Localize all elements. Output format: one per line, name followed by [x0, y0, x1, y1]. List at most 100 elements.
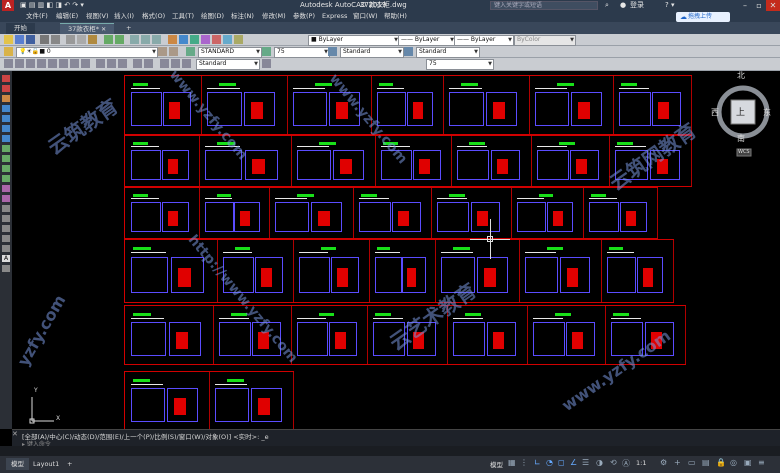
polyline-icon[interactable] [2, 95, 10, 102]
aligned-dim-icon[interactable] [15, 59, 24, 68]
viewcube-top-face[interactable]: 上 [736, 105, 745, 118]
login-label[interactable]: 登录 [630, 0, 644, 11]
construction-line-icon[interactable] [2, 85, 10, 92]
text-height-combo[interactable]: 75 ▼ [274, 47, 330, 58]
center-mark-icon[interactable] [144, 59, 153, 68]
transparency-icon[interactable]: ◑ [596, 458, 603, 467]
make-block-icon[interactable] [2, 195, 10, 202]
search-icon[interactable]: ⌕ [605, 0, 609, 11]
rectangle-icon[interactable] [2, 115, 10, 122]
properties-icon[interactable] [168, 35, 177, 44]
zoom-window-icon[interactable] [152, 35, 161, 44]
close-icon[interactable]: ✕ [766, 0, 780, 11]
tool-palettes-icon[interactable] [190, 35, 199, 44]
point-icon[interactable] [2, 205, 10, 212]
save-icon[interactable] [26, 35, 35, 44]
help-toolbar-icon[interactable] [234, 35, 243, 44]
tab-model[interactable]: 模型 [6, 458, 29, 470]
layer-properties-icon[interactable] [4, 47, 13, 56]
line-icon[interactable] [2, 75, 10, 82]
continue-dim-icon[interactable] [118, 59, 127, 68]
dim-style-icon[interactable] [328, 47, 337, 56]
dim-style-icon-2[interactable] [262, 59, 271, 68]
table-style-icon[interactable] [404, 47, 413, 56]
ortho-icon[interactable]: ∟ [534, 458, 541, 467]
command-close-icon[interactable]: ✕ [12, 430, 18, 438]
diameter-dim-icon[interactable] [70, 59, 79, 68]
lineweight-combo[interactable]: —— ByLayer ▼ [454, 35, 514, 46]
zoom-icon[interactable] [141, 35, 150, 44]
baseline-dim-icon[interactable] [107, 59, 116, 68]
viewcube[interactable] [710, 79, 776, 159]
menu-dimension[interactable]: 标注(N) [231, 11, 254, 22]
menu-format[interactable]: 格式(O) [142, 11, 165, 22]
menu-file[interactable]: 文件(F) [26, 11, 48, 22]
dim-text-edit-icon[interactable] [171, 59, 180, 68]
quick-access-icons[interactable]: ▣ ▤ ▥ ◧ ◨ ↶ ↷ ▾ [20, 0, 84, 11]
menu-view[interactable]: 视图(V) [86, 11, 109, 22]
linetype-combo[interactable]: —— ByLayer ▼ [398, 35, 456, 46]
drawing-canvas[interactable]: 北 南 东 西 上 WCS Y X 云筑教育 www.yzfy.com www.… [12, 67, 780, 431]
spline-icon[interactable] [2, 155, 10, 162]
user-icon[interactable]: ● [620, 0, 626, 11]
command-input[interactable]: ▸ 键入命令 [22, 439, 772, 448]
isolate-icon[interactable]: ◎ [730, 458, 737, 467]
menu-express[interactable]: Express [322, 11, 347, 22]
workspace-gear-icon[interactable]: ⚙ [660, 458, 667, 467]
radius-dim-icon[interactable] [48, 59, 57, 68]
new-tab-icon[interactable]: + [118, 23, 139, 34]
linear-dim-icon[interactable] [4, 59, 13, 68]
snap-icon[interactable]: ⋮ [520, 458, 528, 467]
circle-icon[interactable] [2, 135, 10, 142]
dim-style-combo[interactable]: Standard ▼ [340, 47, 404, 58]
markup-icon[interactable] [212, 35, 221, 44]
text-height-icon[interactable] [262, 47, 271, 56]
hardware-accel-icon[interactable]: ▣ [744, 458, 752, 467]
status-model-button[interactable]: 模型 [490, 459, 503, 469]
make-current-layer-icon[interactable] [158, 47, 167, 56]
quick-dim-icon[interactable] [96, 59, 105, 68]
annotation-monitor-icon[interactable]: + [674, 458, 681, 467]
add-layout-icon[interactable]: + [62, 458, 77, 470]
lock-ui-icon[interactable]: 🔒 [716, 458, 726, 467]
text-style-combo[interactable]: STANDARD ▼ [198, 47, 262, 58]
tab-layout1[interactable]: Layout1 [28, 458, 64, 470]
arc-icon[interactable] [2, 125, 10, 132]
text-style-icon[interactable] [186, 47, 195, 56]
sheet-set-icon[interactable] [201, 35, 210, 44]
layer-previous-icon[interactable] [169, 47, 178, 56]
pan-icon[interactable] [130, 35, 139, 44]
maximize-icon[interactable]: ▫ [752, 0, 766, 11]
jogged-dim-icon[interactable] [59, 59, 68, 68]
tab-start[interactable]: 开始 [6, 23, 35, 34]
polygon-icon[interactable] [2, 105, 10, 112]
quickcalc-icon[interactable] [223, 35, 232, 44]
undo-icon[interactable] [104, 35, 113, 44]
table-style-combo[interactable]: Standard ▼ [416, 47, 480, 58]
angular-dim-icon[interactable] [81, 59, 90, 68]
command-line[interactable]: ✕ [全部(A)/中心(C)/动态(D)/范围(E)/上一个(P)/比例(S)/… [12, 429, 780, 448]
copy-icon[interactable] [77, 35, 86, 44]
gradient-icon[interactable] [2, 225, 10, 232]
scale-combo[interactable]: 75 ▼ [426, 59, 494, 70]
menu-edit[interactable]: 编辑(E) [56, 11, 78, 22]
new-icon[interactable] [4, 35, 13, 44]
plot-style-combo[interactable]: ByColor ▼ [514, 35, 576, 46]
menu-modify[interactable]: 修改(M) [262, 11, 286, 22]
ellipse-arc-icon[interactable] [2, 175, 10, 182]
minimize-icon[interactable]: – [738, 0, 752, 11]
autocad-logo-icon[interactable]: A [2, 0, 14, 11]
ordinate-dim-icon[interactable] [37, 59, 46, 68]
print-icon[interactable] [40, 35, 49, 44]
menu-draw[interactable]: 绘图(D) [201, 11, 224, 22]
revcloud-icon[interactable] [2, 145, 10, 152]
cut-icon[interactable] [66, 35, 75, 44]
units-icon[interactable]: ▭ [688, 458, 696, 467]
annotation-icon[interactable]: Ⓐ [622, 458, 630, 469]
mtext-icon[interactable]: A [2, 255, 10, 262]
insert-block-icon[interactable] [2, 185, 10, 192]
menu-help[interactable]: 帮助(H) [384, 11, 407, 22]
design-center-icon[interactable] [179, 35, 188, 44]
polar-icon[interactable]: ◔ [546, 458, 553, 467]
arc-length-icon[interactable] [26, 59, 35, 68]
